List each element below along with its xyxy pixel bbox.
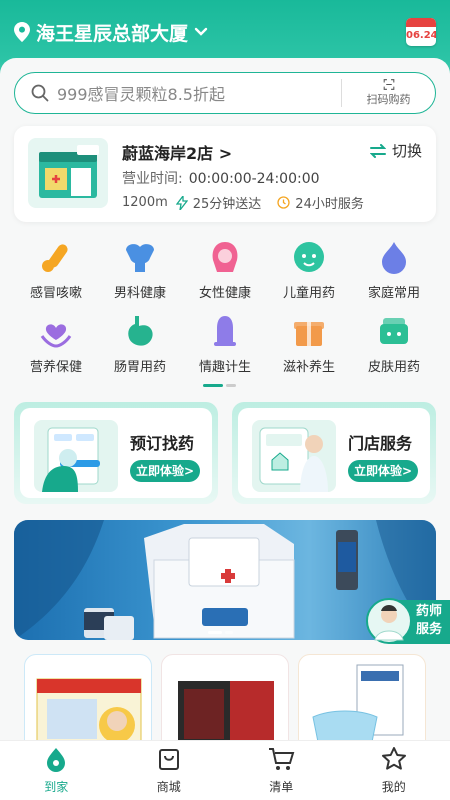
- store-meta: 1200m 25分钟送达 24小时服务: [122, 193, 372, 212]
- tab-star[interactable]: 我的: [338, 741, 450, 800]
- store-name[interactable]: 蔚蓝海岸2店 >: [122, 140, 232, 164]
- pharmacist-line2: 服务: [415, 622, 442, 637]
- heart-hands-icon: [37, 312, 75, 350]
- chevron-down-icon: [194, 27, 208, 36]
- pharmacist-avatar-icon: [366, 598, 412, 644]
- category-heart-hands[interactable]: 营养保健: [14, 312, 98, 375]
- tab-home-drop[interactable]: 到家: [0, 741, 113, 800]
- woman-icon: [206, 238, 244, 276]
- skin-cream-icon: [375, 312, 413, 350]
- category-flame[interactable]: 家庭常用: [352, 238, 436, 301]
- store-distance: 1200m: [122, 195, 168, 210]
- tab-label: 到家: [44, 780, 69, 794]
- store-image: [28, 138, 108, 208]
- pharmacist-line1: 药师: [415, 604, 442, 619]
- tab-shopping-bag[interactable]: 商城: [113, 741, 226, 800]
- switch-arrows-icon: [369, 143, 386, 158]
- store-card[interactable]: 蔚蓝海岸2店 > 营业时间: 00:00:00-24:00:00 1200m 25…: [14, 126, 436, 222]
- stomach-icon: [121, 312, 159, 350]
- flame-icon: [375, 238, 413, 276]
- category-label: 肠胃用药: [113, 360, 166, 375]
- gift-box-icon: [290, 312, 328, 350]
- calendar-date: 06.24: [406, 30, 436, 41]
- search-placeholder: 999感冒灵颗粒8.5折起: [57, 85, 225, 104]
- category-page-indicator: [203, 384, 236, 387]
- store-service-illustration: [252, 420, 336, 492]
- store-service-title: 门店服务: [348, 434, 413, 453]
- category-label: 情趣计生: [198, 360, 251, 375]
- tab-label: 我的: [381, 780, 406, 794]
- category-stomach[interactable]: 肠胃用药: [98, 312, 182, 375]
- tab-label: 清单: [269, 780, 294, 794]
- category-label: 皮肤用药: [367, 360, 420, 375]
- tab-cart[interactable]: 清单: [225, 741, 338, 800]
- category-woman[interactable]: 女性健康: [183, 238, 267, 301]
- location-selector[interactable]: 海王星辰总部大厦: [14, 19, 214, 46]
- category-skin-cream[interactable]: 皮肤用药: [352, 312, 436, 375]
- calendar-icon[interactable]: 06.24: [406, 18, 436, 46]
- service-hours: 24小时服务: [295, 197, 364, 212]
- category-label: 男科健康: [113, 286, 166, 301]
- top-header: 海王星辰总部大厦 06.24: [0, 0, 450, 64]
- location-pin-icon: [14, 22, 30, 42]
- scan-label: 扫码购药: [366, 93, 411, 106]
- cart-icon: [267, 746, 295, 776]
- search-icon: [31, 84, 49, 102]
- scan-button[interactable]: 扫码购药: [341, 79, 435, 107]
- category-baby-face[interactable]: 儿童用药: [267, 238, 351, 301]
- thermometer-icon: [37, 238, 75, 276]
- clock-icon: [277, 196, 290, 209]
- store-service-try-button[interactable]: 立即体验>: [348, 460, 418, 482]
- pharmacist-service-button[interactable]: 药师 服务: [366, 596, 450, 646]
- category-label: 营养保健: [29, 360, 82, 375]
- lightning-icon: [175, 195, 188, 210]
- category-label: 家庭常用: [367, 286, 420, 301]
- home-drop-icon: [43, 746, 69, 776]
- category-label: 感冒咳嗽: [29, 286, 82, 301]
- reserve-medicine-card[interactable]: 预订找药 立即体验>: [14, 402, 218, 504]
- store-service-card[interactable]: 门店服务 立即体验>: [232, 402, 436, 504]
- star-icon: [381, 746, 407, 776]
- chevron-right-icon: >: [218, 144, 233, 163]
- location-name: 海王星辰总部大厦: [36, 22, 189, 45]
- category-thermometer[interactable]: 感冒咳嗽: [14, 238, 98, 301]
- shopping-bag-icon: [156, 746, 182, 776]
- reserve-try-button[interactable]: 立即体验>: [130, 460, 200, 482]
- baby-face-icon: [290, 238, 328, 276]
- search-bar[interactable]: 999感冒灵颗粒8.5折起 扫码购药: [14, 72, 436, 114]
- tab-label: 商城: [156, 780, 181, 794]
- delivery-time: 25分钟送达: [192, 197, 262, 212]
- category-label: 女性健康: [198, 286, 251, 301]
- switch-store-button[interactable]: 切换: [369, 140, 422, 161]
- muscle-icon: [121, 238, 159, 276]
- scan-icon: [383, 79, 394, 90]
- category-muscle[interactable]: 男科健康: [98, 238, 182, 301]
- category-condom[interactable]: 情趣计生: [183, 312, 267, 375]
- reserve-title: 预订找药: [130, 434, 195, 453]
- reserve-illustration: [34, 420, 118, 492]
- category-label: 儿童用药: [282, 286, 335, 301]
- category-gift-box[interactable]: 滋补养生: [267, 312, 351, 375]
- store-hours: 营业时间: 00:00:00-24:00:00: [122, 171, 320, 187]
- bottom-tab-bar: 到家 商城 清单 我的: [0, 740, 450, 800]
- banner-page-indicator: [208, 631, 233, 634]
- category-label: 滋补养生: [282, 360, 335, 375]
- condom-icon: [206, 312, 244, 350]
